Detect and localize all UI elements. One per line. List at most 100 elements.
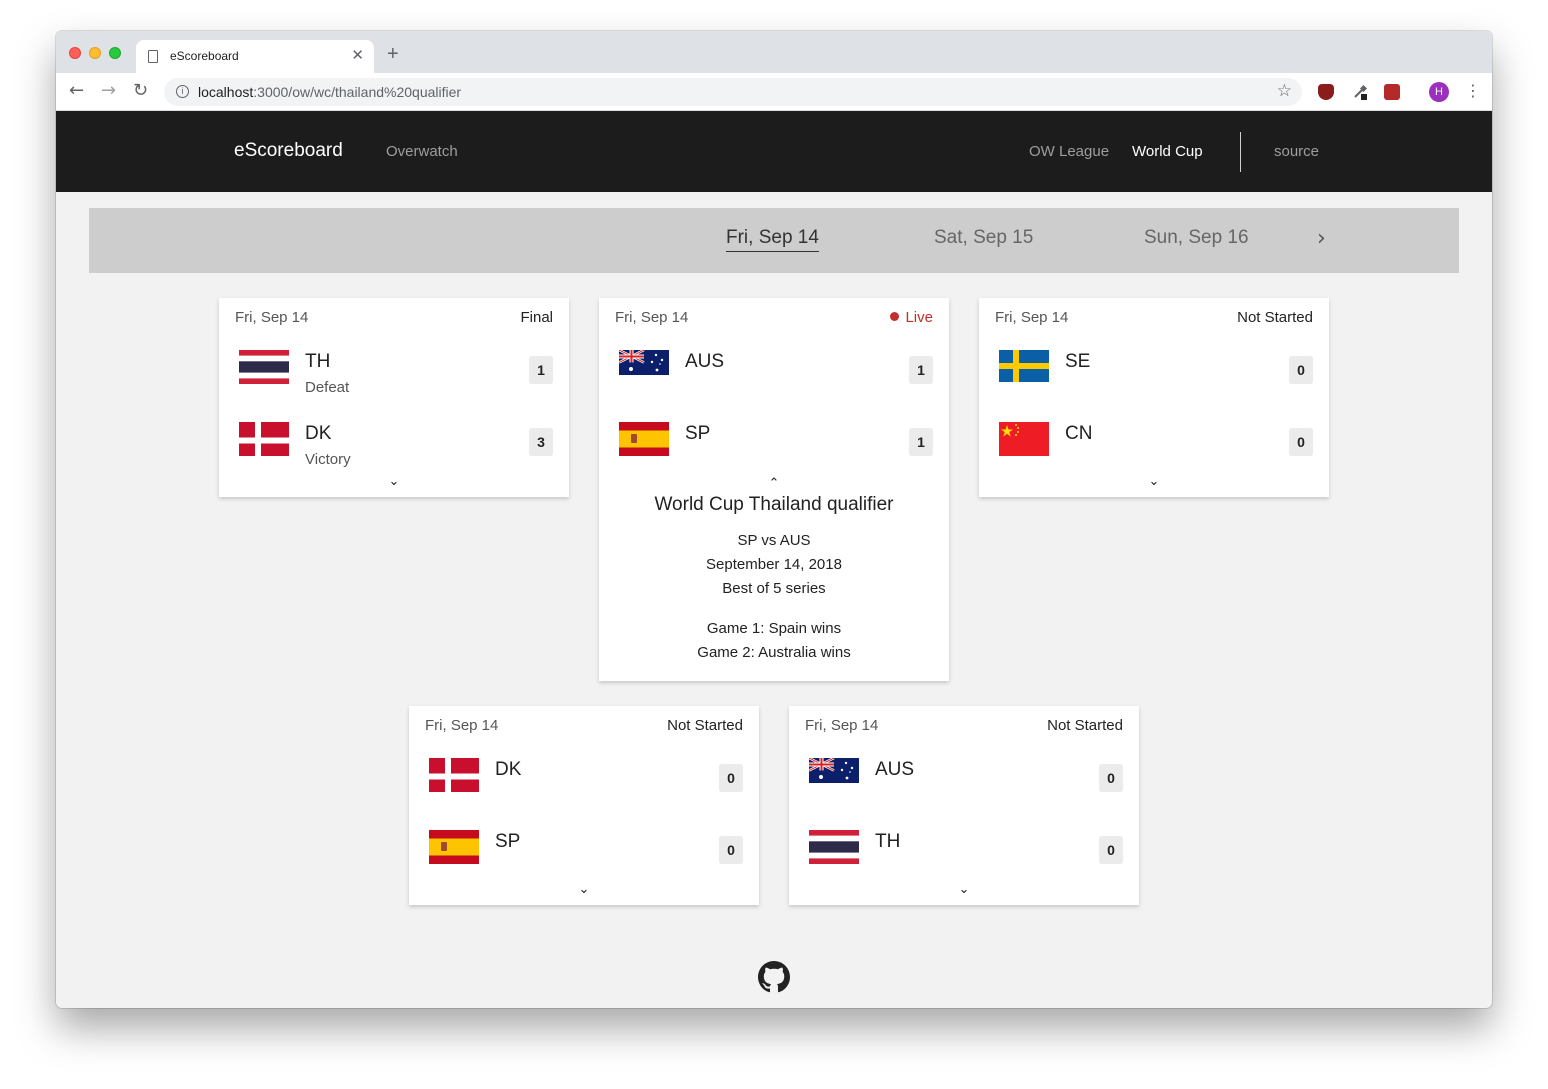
maximize-window-button[interactable] bbox=[109, 47, 121, 59]
team-score: 0 bbox=[1099, 764, 1123, 792]
date-selector: Fri, Sep 14 Sat, Sep 15 Sun, Sep 16 › bbox=[89, 208, 1459, 273]
brand-link[interactable]: eScoreboard bbox=[234, 140, 343, 162]
team-row: AUS 1 bbox=[619, 350, 933, 400]
match-date: Fri, Sep 14 bbox=[995, 309, 1069, 326]
collapse-chevron-up-icon[interactable]: ⌃ bbox=[599, 476, 949, 491]
team-score: 0 bbox=[1289, 428, 1313, 456]
match-status: Not Started bbox=[667, 717, 743, 734]
nav-game-overwatch[interactable]: Overwatch bbox=[386, 143, 458, 160]
team-score: 0 bbox=[719, 764, 743, 792]
australia-flag-icon bbox=[809, 758, 859, 792]
match-status: Not Started bbox=[1237, 309, 1313, 326]
date-tab-sat[interactable]: Sat, Sep 15 bbox=[934, 227, 1033, 249]
spain-flag-icon bbox=[429, 830, 479, 864]
team-code: DK bbox=[305, 423, 332, 444]
match-date: Fri, Sep 14 bbox=[615, 309, 689, 326]
bookmark-star-icon[interactable]: ☆ bbox=[1277, 81, 1292, 101]
team-score: 1 bbox=[909, 356, 933, 384]
match-status: Not Started bbox=[1047, 717, 1123, 734]
expand-chevron-down-icon[interactable]: ⌄ bbox=[409, 882, 759, 897]
url-host: localhost bbox=[198, 84, 254, 100]
team-score: 3 bbox=[529, 428, 553, 456]
match-card: Fri, Sep 14 Not Started SE 0 CN 0 ⌄ bbox=[979, 298, 1329, 497]
team-score: 1 bbox=[909, 428, 933, 456]
team-code: SE bbox=[1065, 351, 1091, 372]
back-arrow-icon[interactable]: ← bbox=[69, 81, 84, 101]
match-status: Final bbox=[520, 309, 553, 326]
team-code: TH bbox=[305, 351, 331, 372]
close-window-button[interactable] bbox=[69, 47, 81, 59]
site-info-icon[interactable]: i bbox=[176, 85, 189, 98]
nav-ow-league[interactable]: OW League bbox=[1029, 143, 1109, 160]
date-tab-sun[interactable]: Sun, Sep 16 bbox=[1144, 227, 1249, 249]
team-code: TH bbox=[875, 831, 901, 852]
chevron-right-icon[interactable]: › bbox=[1317, 226, 1326, 251]
date-tab-fri[interactable]: Fri, Sep 14 bbox=[726, 227, 819, 252]
minimize-window-button[interactable] bbox=[89, 47, 101, 59]
china-flag-icon bbox=[999, 422, 1049, 456]
tab-close-icon[interactable]: ✕ bbox=[351, 46, 364, 64]
thailand-flag-icon bbox=[239, 350, 289, 384]
denmark-flag-icon bbox=[239, 422, 289, 456]
match-card: Fri, Sep 14 Not Started AUS 0 TH 0 ⌄ bbox=[789, 706, 1139, 905]
team-row: DK Victory 3 bbox=[239, 422, 553, 472]
team-code: DK bbox=[495, 759, 522, 780]
nav-divider bbox=[1240, 132, 1241, 172]
match-details-title: World Cup Thailand qualifier bbox=[654, 494, 894, 515]
team-score: 1 bbox=[529, 356, 553, 384]
denmark-flag-icon bbox=[429, 758, 479, 792]
team-row: TH 0 bbox=[809, 830, 1123, 880]
team-code: SP bbox=[495, 831, 521, 852]
forward-arrow-icon[interactable]: → bbox=[101, 81, 116, 101]
browser-toolbar: ← → ↻ i localhost:3000/ow/wc/thailand%20… bbox=[56, 73, 1492, 111]
browser-menu-icon[interactable]: ⋮ bbox=[1465, 81, 1481, 101]
team-row: DK 0 bbox=[429, 758, 743, 808]
team-row: SE 0 bbox=[999, 350, 1313, 400]
match-card: Fri, Sep 14 Not Started DK 0 SP 0 ⌄ bbox=[409, 706, 759, 905]
new-tab-button[interactable]: + bbox=[387, 43, 399, 66]
match-details-format: Best of 5 series bbox=[722, 580, 826, 597]
team-row: SP 1 bbox=[619, 422, 933, 472]
expand-chevron-down-icon[interactable]: ⌄ bbox=[979, 474, 1329, 489]
match-card: Fri, Sep 14 Live AUS 1 SP 1 ⌃ World Cup … bbox=[599, 298, 949, 681]
team-code: CN bbox=[1065, 423, 1093, 444]
team-code: SP bbox=[685, 423, 711, 444]
match-status: Live bbox=[890, 309, 933, 326]
nav-source[interactable]: source bbox=[1274, 143, 1319, 160]
tab-strip: eScoreboard ✕ + bbox=[56, 31, 1492, 73]
team-row: SP 0 bbox=[429, 830, 743, 880]
browser-tab[interactable]: eScoreboard ✕ bbox=[136, 40, 374, 73]
team-result: Victory bbox=[305, 451, 351, 468]
url-text[interactable]: localhost:3000/ow/wc/thailand%20qualifie… bbox=[198, 84, 461, 100]
team-row: TH Defeat 1 bbox=[239, 350, 553, 400]
expand-chevron-down-icon[interactable]: ⌄ bbox=[789, 882, 1139, 897]
nav-world-cup[interactable]: World Cup bbox=[1132, 143, 1203, 160]
github-icon[interactable] bbox=[758, 961, 790, 993]
eyedropper-extension-icon[interactable] bbox=[1352, 84, 1368, 100]
sweden-flag-icon bbox=[999, 350, 1049, 384]
game-result: Game 2: Australia wins bbox=[697, 644, 851, 661]
browser-window: eScoreboard ✕ + ← → ↻ i localhost:3000/o… bbox=[56, 31, 1492, 1008]
match-date: Fri, Sep 14 bbox=[235, 309, 309, 326]
match-date: Fri, Sep 14 bbox=[805, 717, 879, 734]
reload-icon[interactable]: ↻ bbox=[133, 81, 148, 101]
expand-chevron-down-icon[interactable]: ⌄ bbox=[219, 474, 569, 489]
address-bar[interactable]: i localhost:3000/ow/wc/thailand%20qualif… bbox=[164, 78, 1302, 106]
match-date: Fri, Sep 14 bbox=[425, 717, 499, 734]
page-icon bbox=[148, 50, 158, 63]
live-label: Live bbox=[905, 309, 933, 326]
team-score: 0 bbox=[719, 836, 743, 864]
live-dot-icon bbox=[890, 312, 900, 321]
game-extension-icon[interactable] bbox=[1384, 84, 1400, 100]
match-details-matchup: SP vs AUS bbox=[737, 532, 811, 549]
team-row: AUS 0 bbox=[809, 758, 1123, 808]
app-navbar: eScoreboard Overwatch OW League World Cu… bbox=[56, 111, 1492, 192]
match-card: Fri, Sep 14 Final TH Defeat 1 DK Victory… bbox=[219, 298, 569, 497]
ublock-extension-icon[interactable] bbox=[1318, 84, 1334, 100]
match-details-date: September 14, 2018 bbox=[706, 556, 842, 573]
tab-title: eScoreboard bbox=[170, 49, 239, 63]
team-score: 0 bbox=[1099, 836, 1123, 864]
url-path: :3000/ow/wc/thailand%20qualifier bbox=[253, 84, 462, 100]
australia-flag-icon bbox=[619, 350, 669, 384]
profile-avatar[interactable]: H bbox=[1429, 82, 1449, 102]
